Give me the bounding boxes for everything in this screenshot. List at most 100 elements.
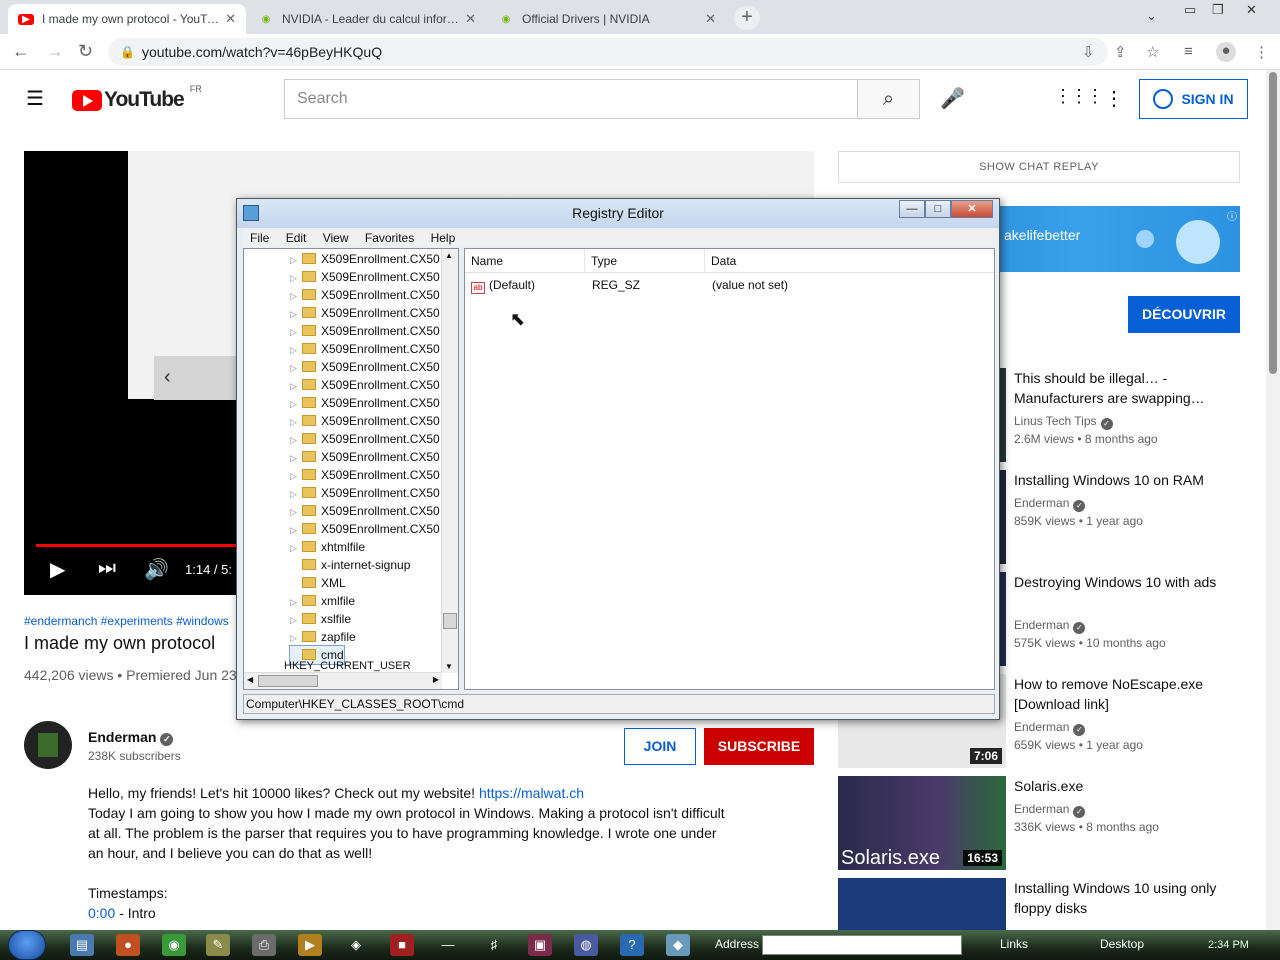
video-thumbnail[interactable] — [838, 878, 1006, 930]
next-icon[interactable]: ⏭ — [98, 557, 116, 580]
scroll-left-icon[interactable]: ◀ — [247, 675, 253, 684]
ad-cta-button[interactable]: DÉCOUVRIR — [1128, 296, 1240, 333]
tree-item[interactable]: ▷ X509Enrollment.CX50 — [290, 394, 440, 412]
sign-in-button[interactable]: SIGN IN — [1139, 79, 1248, 119]
registry-tree[interactable]: ▷ X509Enrollment.CX50 ▷ X509Enrollment.CX50… — [243, 248, 459, 690]
tree-item[interactable]: ▷ X509Enrollment.CX50 — [290, 304, 440, 322]
tab-youtube[interactable]: ▶ I made my own protocol - YouTube ✕ — [8, 4, 246, 34]
app-icon[interactable]: — — [436, 934, 460, 956]
expand-icon[interactable]: ▷ — [290, 341, 302, 359]
video-hashtags[interactable]: #endermanch #experiments #windows — [24, 614, 229, 628]
app-icon[interactable]: ▣ — [528, 934, 552, 956]
play-icon[interactable]: ▶ — [50, 557, 65, 582]
share-icon[interactable]: ⇪ — [1114, 43, 1127, 61]
close-tab-icon[interactable]: ✕ — [225, 11, 236, 27]
firefox-icon[interactable]: ● — [116, 934, 140, 956]
timestamp-link[interactable]: 0:00 — [88, 905, 115, 921]
printer-icon[interactable]: ⎙ — [252, 934, 276, 956]
tree-horizontal-scrollbar[interactable]: ◀ ▶ — [244, 672, 442, 689]
menu-icon[interactable]: ⋮ — [1254, 43, 1269, 61]
expand-icon[interactable]: ▷ — [290, 251, 302, 269]
column-type[interactable]: Type — [585, 249, 705, 273]
taskbar-address-input[interactable] — [762, 935, 962, 955]
tree-item[interactable]: ▷ X509Enrollment.CX50 — [290, 448, 440, 466]
join-button[interactable]: JOIN — [624, 728, 696, 765]
tree-item[interactable]: ▷ X509Enrollment.CX50 — [290, 466, 440, 484]
scrollbar-thumb[interactable] — [443, 613, 457, 629]
value-row-name[interactable]: ab (Default) — [471, 275, 535, 295]
notepad-icon[interactable]: ✎ — [206, 934, 230, 956]
settings-dots-icon[interactable]: ⋮ — [1104, 86, 1124, 111]
minimize-icon[interactable]: ▭ — [1184, 2, 1196, 18]
tree-item[interactable]: ▷ X509Enrollment.CX50 — [290, 430, 440, 448]
expand-icon[interactable]: ▷ — [290, 431, 302, 449]
menu-edit[interactable]: Edit — [286, 231, 307, 245]
back-icon[interactable]: ← — [12, 41, 30, 62]
tree-item[interactable]: ▷ X509Enrollment.CX50 — [290, 268, 440, 286]
expand-icon[interactable]: ▷ — [290, 413, 302, 431]
tree-item[interactable]: ▷ X509Enrollment.CX50 — [290, 340, 440, 358]
info-icon[interactable]: ⓘ — [1227, 208, 1237, 223]
tree-vertical-scrollbar[interactable]: ▲ ▼ — [441, 249, 458, 673]
tree-item[interactable]: ▷ X509Enrollment.CX50 — [290, 250, 440, 268]
close-icon[interactable]: ✕ — [951, 200, 993, 218]
tree-item[interactable]: ▷ X509Enrollment.CX50 — [290, 376, 440, 394]
video-thumbnail[interactable]: Solaris.exe 16:53 — [838, 776, 1006, 870]
expand-icon[interactable]: ▷ — [290, 449, 302, 467]
page-scrollbar[interactable] — [1266, 70, 1280, 930]
column-name[interactable]: Name — [465, 249, 585, 273]
expand-icon[interactable]: ▷ — [290, 305, 302, 323]
scroll-right-icon[interactable]: ▶ — [433, 675, 439, 684]
maximize-icon[interactable]: □ — [925, 200, 951, 218]
tree-item[interactable]: ▷ X509Enrollment.CX50 — [290, 520, 440, 538]
menu-help[interactable]: Help — [431, 231, 456, 245]
explorer-icon[interactable]: ▤ — [70, 934, 94, 956]
menu-favorites[interactable]: Favorites — [365, 231, 414, 245]
values-list[interactable]: Name Type Data ab (Default) REG_SZ (value… — [464, 248, 995, 690]
menu-file[interactable]: File — [250, 231, 269, 245]
registry-taskbar-icon[interactable]: ◆ — [666, 934, 690, 956]
help-icon[interactable]: ? — [620, 934, 644, 956]
chrome-icon[interactable]: ◉ — [162, 934, 186, 956]
related-video[interactable]: Installing Windows 10 using only floppy … — [838, 878, 1258, 930]
expand-icon[interactable]: ▷ — [290, 467, 302, 485]
tree-item[interactable]: ▷ xmlfile — [290, 592, 355, 610]
website-link[interactable]: https://malwat.ch — [479, 785, 584, 801]
expand-icon[interactable]: ▷ — [290, 395, 302, 413]
app-icon[interactable]: ♯ — [482, 934, 506, 956]
close-tab-icon[interactable]: ✕ — [465, 11, 476, 27]
tree-item[interactable]: ▷ xhtmlfile — [290, 538, 365, 556]
tree-item[interactable]: ▷ X509Enrollment.CX50 — [290, 502, 440, 520]
menu-view[interactable]: View — [323, 231, 349, 245]
tree-item[interactable]: ▷ X509Enrollment.CX50 — [290, 412, 440, 430]
app-icon[interactable]: ◍ — [574, 934, 598, 956]
address-bar[interactable]: 🔒 youtube.com/watch?v=46pBeyHKQuQ — [108, 38, 1108, 66]
expand-icon[interactable]: ▷ — [290, 359, 302, 377]
expand-icon[interactable]: ▷ — [290, 521, 302, 539]
maximize-icon[interactable]: ❐ — [1212, 2, 1224, 18]
tab-nvidia-drivers[interactable]: ◉ Official Drivers | NVIDIA ✕ — [488, 4, 726, 34]
volume-icon[interactable]: 🔊 — [144, 557, 169, 582]
avatar[interactable] — [24, 721, 72, 769]
tree-item[interactable]: x-internet-signup — [290, 556, 410, 574]
tree-item[interactable]: ▷ X509Enrollment.CX50 — [290, 484, 440, 502]
minimize-icon[interactable]: — — [899, 200, 925, 218]
start-button[interactable] — [8, 930, 46, 960]
close-tab-icon[interactable]: ✕ — [705, 11, 716, 27]
install-icon[interactable]: ⇩ — [1082, 43, 1095, 61]
channel-name[interactable]: Enderman ✓ — [88, 729, 174, 746]
expand-icon[interactable]: ▷ — [290, 287, 302, 305]
youtube-logo[interactable]: YouTube FR — [72, 84, 202, 112]
close-window-icon[interactable]: ✕ — [1246, 2, 1257, 18]
tree-item[interactable]: ▷ zapfile — [290, 628, 356, 646]
expand-icon[interactable]: ▷ — [290, 323, 302, 341]
microphone-icon[interactable]: 🎤 — [940, 86, 965, 111]
expand-icon[interactable]: ▷ — [290, 593, 302, 611]
reload-icon[interactable]: ↻ — [78, 41, 93, 62]
expand-icon[interactable]: ▷ — [290, 611, 302, 629]
media-icon[interactable]: ▶ — [298, 934, 322, 956]
app-icon[interactable]: ■ — [390, 934, 414, 956]
tree-item[interactable]: ▷ xslfile — [290, 610, 351, 628]
scroll-up-icon[interactable]: ▲ — [445, 251, 453, 260]
apps-grid-icon[interactable]: ⋮⋮⋮ — [1054, 86, 1104, 107]
